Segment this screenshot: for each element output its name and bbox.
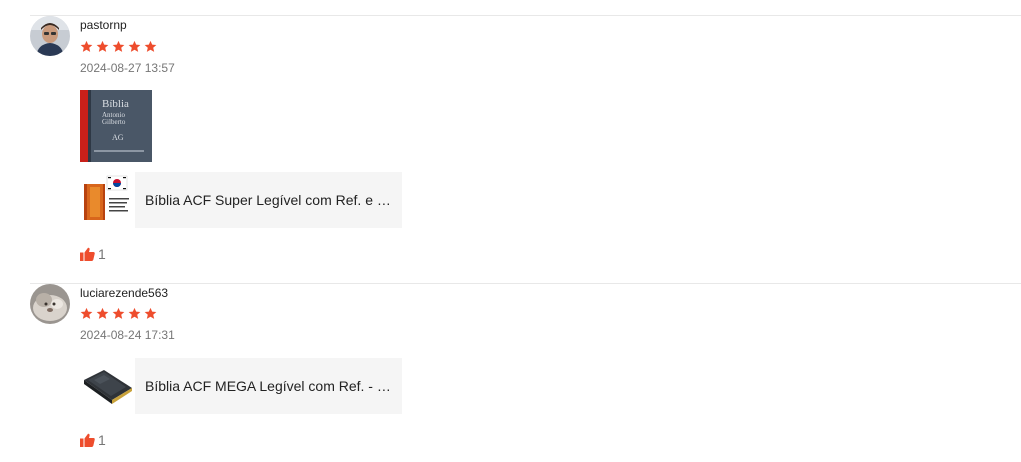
star-icon <box>96 40 109 52</box>
star-icon <box>144 40 157 52</box>
star-icon <box>128 40 141 52</box>
username: luciarezende563 <box>80 286 169 300</box>
username: pastornp <box>80 18 127 32</box>
product-card[interactable]: Bíblia ACF Super Legível com Ref. e M... <box>80 172 402 228</box>
product-name-text: Bíblia ACF Super Legível com Ref. e M... <box>145 192 392 208</box>
product-name-text: Bíblia ACF MEGA Legível com Ref. - Pr... <box>145 378 392 394</box>
divider <box>30 283 1021 284</box>
divider <box>30 15 1021 16</box>
review-item: luciarezende563 2024-08-24 17:31 Bíblia … <box>0 283 1021 462</box>
review-item: pastornp 2024-08-27 13:57 Bíblia Antonio… <box>0 0 1021 283</box>
like-button[interactable]: 1 <box>80 246 106 262</box>
svg-text:Gilberto: Gilberto <box>102 118 126 126</box>
star-icon <box>112 40 125 52</box>
product-thumbnail <box>80 172 135 228</box>
product-card[interactable]: Bíblia ACF MEGA Legível com Ref. - Pr... <box>80 358 402 414</box>
avatar[interactable] <box>30 284 70 324</box>
review-date: 2024-08-24 17:31 <box>80 328 175 342</box>
review-date: 2024-08-27 13:57 <box>80 61 175 75</box>
star-icon <box>112 307 125 319</box>
star-rating <box>80 307 157 321</box>
star-icon <box>144 307 157 319</box>
product-name[interactable]: Bíblia ACF Super Legível com Ref. e M... <box>135 172 402 228</box>
star-rating <box>80 40 157 54</box>
like-button[interactable]: 1 <box>80 432 106 448</box>
thumbs-up-icon <box>80 433 95 447</box>
like-count: 1 <box>98 246 106 262</box>
like-count: 1 <box>98 432 106 448</box>
review-photo[interactable]: Bíblia Antonio Gilberto AG <box>80 90 152 162</box>
thumbs-up-icon <box>80 247 95 261</box>
svg-text:Bíblia: Bíblia <box>102 98 129 110</box>
avatar[interactable] <box>30 16 70 56</box>
product-thumbnail <box>80 358 135 414</box>
star-icon <box>80 307 93 319</box>
star-icon <box>128 307 141 319</box>
svg-text:AG: AG <box>112 133 124 142</box>
star-icon <box>80 40 93 52</box>
product-name[interactable]: Bíblia ACF MEGA Legível com Ref. - Pr... <box>135 358 402 414</box>
star-icon <box>96 307 109 319</box>
